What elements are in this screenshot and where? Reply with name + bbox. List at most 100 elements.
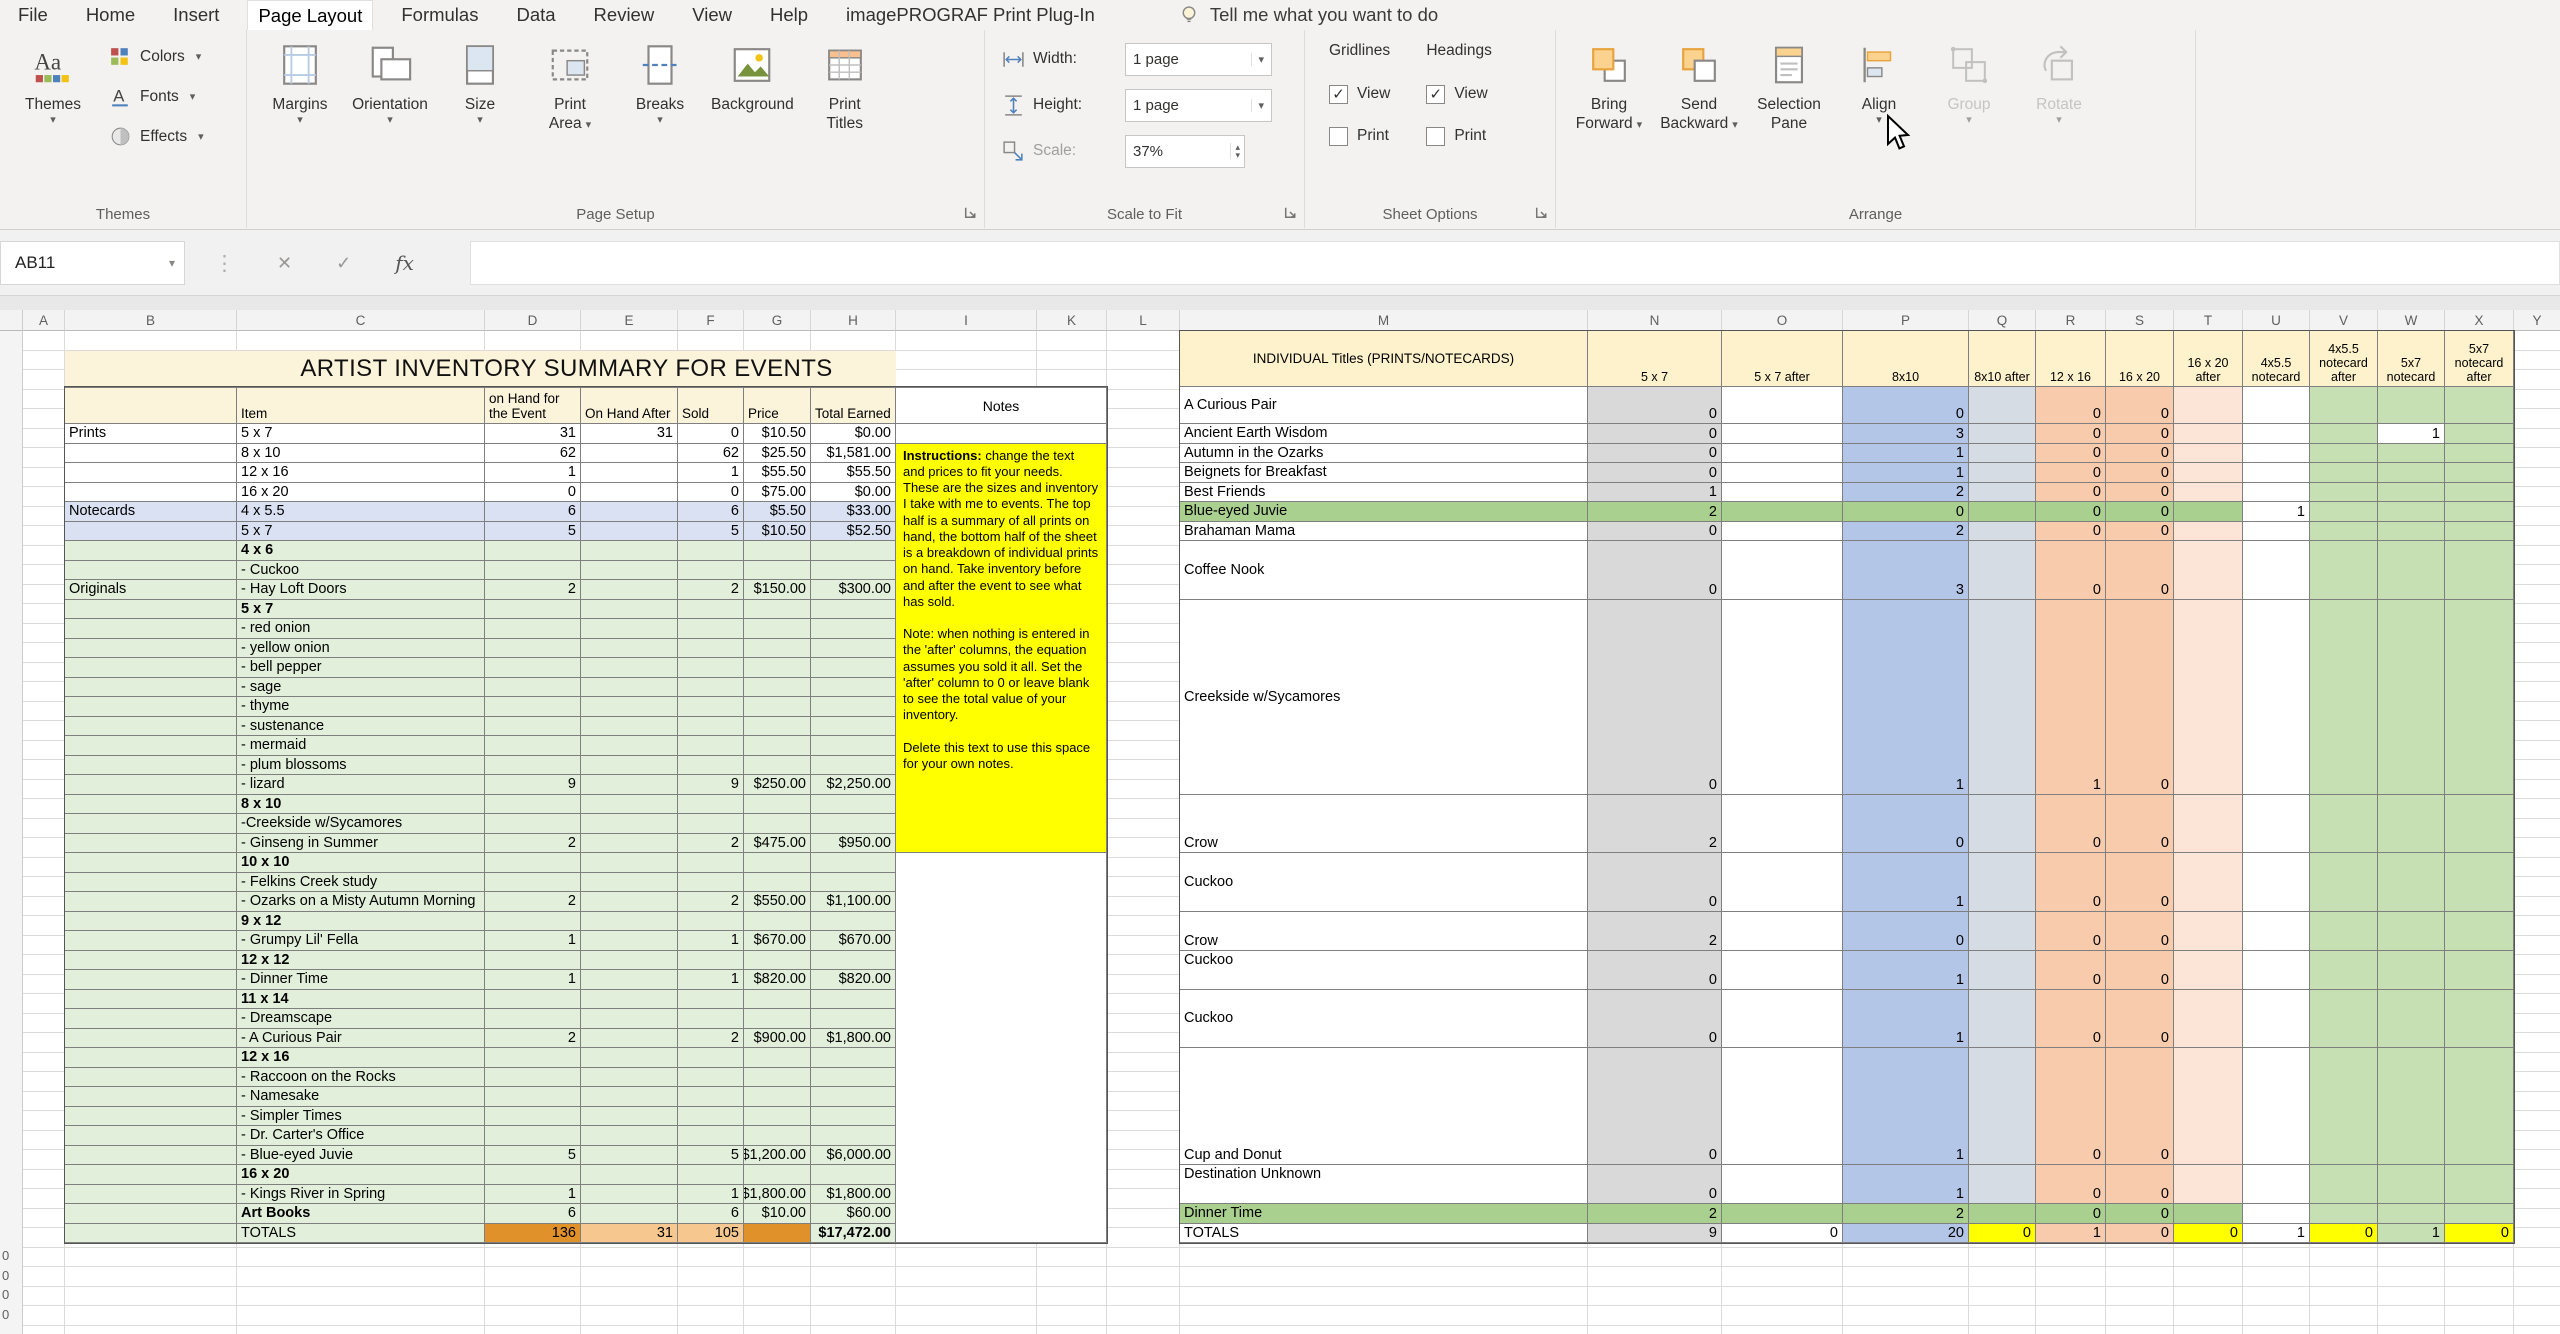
right-row-title-autumn-in-the-ozarks[interactable]: Autumn in the Ozarks [1180, 444, 1588, 464]
column-header-G[interactable]: G [744, 310, 811, 331]
right-cell-S-a-curious-pair[interactable]: 0 [2106, 387, 2174, 424]
right-cell-R-dinner-time[interactable]: 0 [2036, 1204, 2106, 1224]
cell-sold-24[interactable]: 2 [678, 892, 744, 912]
right-cell-V-ancient-earth-wisdom[interactable] [2310, 424, 2378, 444]
cell-total-23[interactable] [811, 873, 896, 893]
left-header-total-earned[interactable]: Total Earned [811, 387, 896, 424]
cell-b-10[interactable] [65, 619, 237, 639]
right-cell-R-crow[interactable]: 0 [2036, 912, 2106, 951]
right-cell-N-beignets-for-breakfast[interactable]: 0 [1588, 463, 1722, 483]
right-cell-Q-cuckoo[interactable] [1969, 990, 2036, 1049]
tab-file[interactable]: File [8, 0, 58, 30]
cell-item-41[interactable]: TOTALS [237, 1224, 485, 1244]
cell-item-9[interactable]: 5 x 7 [237, 600, 485, 620]
cell-item-34[interactable]: - Namesake [237, 1087, 485, 1107]
column-header-B[interactable]: B [65, 310, 237, 331]
right-cell-W-blue-eyed-juvie[interactable] [2378, 502, 2445, 522]
cell-total-13[interactable] [811, 678, 896, 698]
cell-total-27[interactable] [811, 951, 896, 971]
right-cell-R-autumn-in-the-ozarks[interactable]: 0 [2036, 444, 2106, 464]
cell-price-38[interactable] [744, 1165, 811, 1185]
right-cell-P-cuckoo[interactable]: 1 [1843, 951, 1969, 990]
cell-onhand-30[interactable] [485, 1009, 581, 1029]
cell-item-33[interactable]: - Raccoon on the Rocks [237, 1068, 485, 1088]
cell-price-13[interactable] [744, 678, 811, 698]
cell-price-10[interactable] [744, 619, 811, 639]
cell-onhand-33[interactable] [485, 1068, 581, 1088]
cell-after-25[interactable] [581, 912, 678, 932]
right-cell-W-cuckoo[interactable] [2378, 951, 2445, 990]
gridlines-print-checkbox[interactable]: Print [1329, 122, 1390, 150]
cell-item-24[interactable]: - Ozarks on a Misty Autumn Morning [237, 892, 485, 912]
cell-item-25[interactable]: 9 x 12 [237, 912, 485, 932]
cell-price-34[interactable] [744, 1087, 811, 1107]
right-cell-U-destination-unknown[interactable] [2243, 1165, 2310, 1204]
cell-sold-13[interactable] [678, 678, 744, 698]
cell-sold-36[interactable] [678, 1126, 744, 1146]
cell-after-9[interactable] [581, 600, 678, 620]
row-header-strip[interactable] [0, 331, 23, 1334]
right-row-title-ancient-earth-wisdom[interactable]: Ancient Earth Wisdom [1180, 424, 1588, 444]
cell-sold-9[interactable] [678, 600, 744, 620]
cell-after-11[interactable] [581, 639, 678, 659]
cell-after-15[interactable] [581, 717, 678, 737]
left-header-notes[interactable]: Notes [896, 387, 1107, 424]
right-cell-U-crow[interactable] [2243, 795, 2310, 854]
right-cell-O-dinner-time[interactable] [1722, 1204, 1843, 1224]
background-button[interactable]: Background [705, 38, 800, 114]
orientation-button[interactable]: Orientation▾ [345, 38, 435, 127]
cell-sold-34[interactable] [678, 1087, 744, 1107]
tab-help[interactable]: Help [760, 0, 818, 30]
right-cell-Q-autumn-in-the-ozarks[interactable] [1969, 444, 2036, 464]
right-cell-X-best-friends[interactable] [2445, 483, 2514, 503]
cell-after-17[interactable] [581, 756, 678, 776]
cell-sold-23[interactable] [678, 873, 744, 893]
cell-price-31[interactable]: $900.00 [744, 1029, 811, 1049]
right-row-title-best-friends[interactable]: Best Friends [1180, 483, 1588, 503]
column-header-H[interactable]: H [811, 310, 896, 331]
right-cell-X-crow[interactable] [2445, 795, 2514, 854]
cell-b-18[interactable] [65, 775, 237, 795]
right-cell-T-best-friends[interactable] [2174, 483, 2243, 503]
right-cell-R-beignets-for-breakfast[interactable]: 0 [2036, 463, 2106, 483]
cell-onhand-18[interactable]: 9 [485, 775, 581, 795]
cell-price-17[interactable] [744, 756, 811, 776]
right-cell-X-beignets-for-breakfast[interactable] [2445, 463, 2514, 483]
column-header-Q[interactable]: Q [1969, 310, 2036, 331]
column-header-V[interactable]: V [2310, 310, 2378, 331]
right-cell-O-best-friends[interactable] [1722, 483, 1843, 503]
cell-total-30[interactable] [811, 1009, 896, 1029]
right-cell-X-a-curious-pair[interactable] [2445, 387, 2514, 424]
page-setup-dialog-launcher-icon[interactable] [962, 204, 979, 221]
column-header-L[interactable]: L [1107, 310, 1180, 331]
cell-total-38[interactable] [811, 1165, 896, 1185]
right-cell-N-ancient-earth-wisdom[interactable]: 0 [1588, 424, 1722, 444]
column-header-E[interactable]: E [581, 310, 678, 331]
right-row-title-cup-and-donut[interactable]: Cup and Donut [1180, 1048, 1588, 1165]
cell-b-38[interactable] [65, 1165, 237, 1185]
right-cell-V-creekside-w-sycamores[interactable] [2310, 600, 2378, 795]
right-cell-X-ancient-earth-wisdom[interactable] [2445, 424, 2514, 444]
cell-item-38[interactable]: 16 x 20 [237, 1165, 485, 1185]
cell-b-25[interactable] [65, 912, 237, 932]
right-cell-X-autumn-in-the-ozarks[interactable] [2445, 444, 2514, 464]
cell-b-24[interactable] [65, 892, 237, 912]
cell-b-28[interactable] [65, 970, 237, 990]
right-cell-V-cuckoo[interactable] [2310, 990, 2378, 1049]
formula-input[interactable] [470, 241, 2560, 285]
cell-onhand-40[interactable]: 6 [485, 1204, 581, 1224]
cell-after-40[interactable] [581, 1204, 678, 1224]
cell-total-34[interactable] [811, 1087, 896, 1107]
right-cell-Q-blue-eyed-juvie[interactable] [1969, 502, 2036, 522]
cell-b-30[interactable] [65, 1009, 237, 1029]
right-row-title-dinner-time[interactable]: Dinner Time [1180, 1204, 1588, 1224]
cell-after-22[interactable] [581, 853, 678, 873]
right-cell-V-cuckoo[interactable] [2310, 853, 2378, 912]
cell-sold-11[interactable] [678, 639, 744, 659]
cell-b-9[interactable] [65, 600, 237, 620]
cell-price-27[interactable] [744, 951, 811, 971]
right-cell-N-cuckoo[interactable]: 0 [1588, 951, 1722, 990]
cell-b-19[interactable] [65, 795, 237, 815]
cell-sold-37[interactable]: 5 [678, 1146, 744, 1166]
column-header-C[interactable]: C [237, 310, 485, 331]
